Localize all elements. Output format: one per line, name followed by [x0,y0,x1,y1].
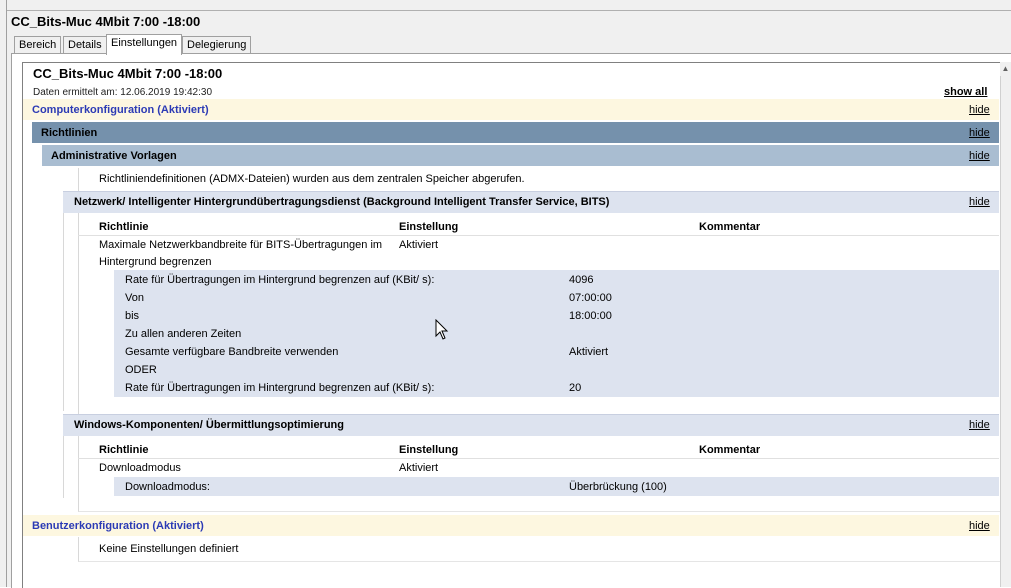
user-config-note: Keine Einstellungen definiert [99,543,239,555]
report-title: CC_Bits-Muc 4Mbit 7:00 -18:00 [33,66,223,81]
delivery-detail-label: Downloadmodus: [125,481,210,493]
user-config-title[interactable]: Benutzerkonfiguration (Aktiviert) [32,520,204,532]
bits-policy-line1: Maximale Netzwerkbandbreite für BITS-Übe… [99,239,383,251]
bits-policy-line2: Hintergrund begrenzen [99,256,212,268]
scroll-up-arrow-icon[interactable]: ▲ [1000,62,1011,76]
admin-templates-title[interactable]: Administrative Vorlagen [51,150,177,162]
gpo-title: CC_Bits-Muc 4Mbit 7:00 -18:00 [11,14,201,29]
delivery-header-divider [78,458,999,459]
admin-templates-header[interactable] [42,145,999,166]
mouse-cursor-icon [435,319,449,340]
policies-title[interactable]: Richtlinien [41,127,97,139]
admin-templates-hide-link[interactable]: hide [969,150,990,162]
vertical-scrollbar[interactable] [1000,62,1011,587]
show-all-link[interactable]: show all [944,86,987,98]
collected-timestamp: Daten ermittelt am: 12.06.2019 19:42:30 [33,87,213,98]
left-pane-edge[interactable] [0,0,7,587]
bits-hide-link[interactable]: hide [969,196,990,208]
delivery-left-border [63,436,64,498]
delivery-opt-title[interactable]: Windows-Komponenten/ Übermittlungsoptimi… [74,419,344,431]
delivery-opt-hide-link[interactable]: hide [969,419,990,431]
delivery-col-comment: Kommentar [699,444,761,456]
bits-detail-value: 07:00:00 [569,292,612,304]
bits-detail-value: 4096 [569,274,594,286]
bits-detail-label: Gesamte verfügbare Bandbreite verwenden [125,346,339,358]
policies-header[interactable] [32,122,999,143]
tab-delegierung[interactable]: Delegierung [182,36,252,54]
computer-config-hide-link[interactable]: hide [969,104,990,116]
computer-config-title[interactable]: Computerkonfiguration (Aktiviert) [32,104,209,116]
delivery-col-policy: Richtlinie [99,444,149,456]
bits-title[interactable]: Netzwerk/ Intelligenter Hintergrundübert… [74,196,609,208]
admx-note: Richtliniendefinitionen (ADMX-Dateien) w… [99,173,525,185]
delivery-policy-value: Aktiviert [399,462,439,474]
bits-detail-value: 18:00:00 [569,310,612,322]
delivery-col-setting: Einstellung [399,444,459,456]
bits-detail-value: 20 [569,382,582,394]
bits-header-divider [78,235,999,236]
title-divider [6,10,1011,11]
user-config-hide-link[interactable]: hide [969,520,990,532]
tab-bereich[interactable]: Bereich [14,36,62,54]
bits-detail-label: ODER [125,364,157,376]
policies-hide-link[interactable]: hide [969,127,990,139]
bits-detail-label: bis [125,310,140,322]
bits-left-border [63,213,64,411]
delivery-policy: Downloadmodus [99,462,181,474]
delivery-details-box [114,477,999,496]
bits-col-comment: Kommentar [699,221,761,233]
delivery-detail-value: Überbrückung (100) [569,481,667,493]
bits-detail-value: Aktiviert [569,346,609,358]
tab-einstellungen[interactable]: Einstellungen [106,34,183,55]
bits-details-box [114,270,999,397]
tab-details[interactable]: Details [63,36,107,54]
bits-detail-label: Zu allen anderen Zeiten [125,328,242,340]
bits-policy-value: Aktiviert [399,239,439,251]
bits-col-policy: Richtlinie [99,221,149,233]
bits-detail-label: Von [125,292,144,304]
bits-detail-label: Rate für Übertragungen im Hintergrund be… [125,382,435,394]
bits-col-setting: Einstellung [399,221,459,233]
bits-detail-label: Rate für Übertragungen im Hintergrund be… [125,274,435,286]
